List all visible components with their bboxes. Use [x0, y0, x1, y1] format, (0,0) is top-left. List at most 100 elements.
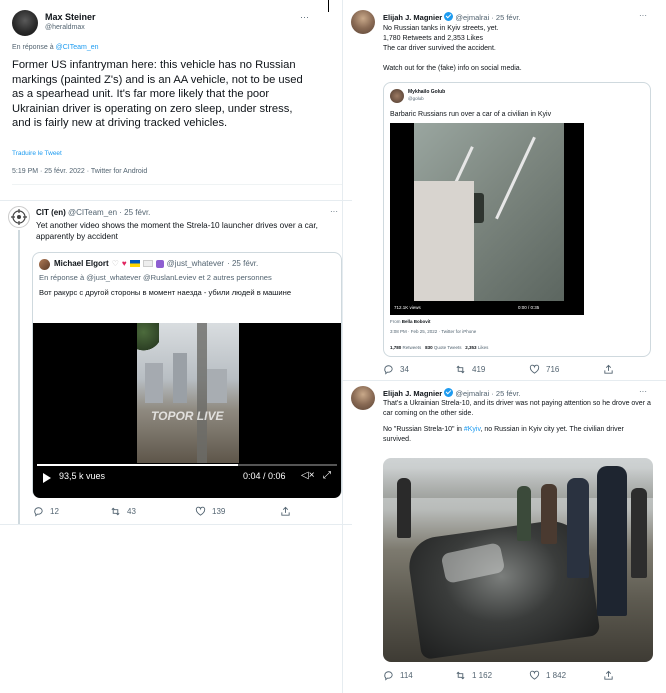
reply-button[interactable]: 114 — [383, 670, 413, 681]
more-options-icon[interactable]: ··· — [639, 387, 647, 396]
separator-tick — [328, 0, 329, 12]
mute-icon[interactable]: ◁× — [301, 470, 315, 481]
retweet-icon — [111, 507, 120, 516]
quoted-tweet[interactable]: Michael Elgort ♡ ♥ @just_whatever · 25 f… — [32, 252, 342, 498]
reply-icon — [34, 507, 43, 517]
divider — [343, 380, 666, 381]
author-handle[interactable]: @CITeam_en — [68, 208, 117, 217]
embed-stats: 1,780 Retweets 830 Quote Tweets 2,353 Li… — [390, 345, 488, 350]
tweet-text: Former US infantryman here: this vehicle… — [12, 59, 303, 130]
embed-retweets: 1,780 — [390, 345, 402, 350]
avatar[interactable] — [351, 10, 375, 34]
share-button[interactable] — [603, 364, 614, 375]
verified-badge-icon — [444, 388, 454, 397]
cit-logo-icon — [11, 209, 27, 225]
like-count: 139 — [212, 507, 226, 516]
like-button[interactable]: 139 — [195, 506, 225, 517]
author-name[interactable]: Elijah J. Magnier — [383, 389, 442, 398]
purple-square-icon — [155, 259, 164, 268]
avatar[interactable] — [351, 386, 375, 410]
retweet-count: 43 — [127, 507, 136, 516]
person-silhouette — [631, 488, 647, 578]
share-button[interactable] — [603, 670, 614, 681]
more-options-icon[interactable]: ··· — [639, 11, 647, 20]
fullscreen-icon[interactable]: ⤢ — [323, 470, 331, 481]
embedded-tweet-image[interactable]: Mykhailo Golub @golub Barbaric Russians … — [383, 82, 651, 357]
tweet-text: That's a Ukrainian Strela-10, and its dr… — [383, 399, 653, 445]
tweet-line: That's a Ukrainian Strela-10, and its dr… — [383, 400, 651, 417]
embed-retweets-label: Retweets — [402, 345, 422, 350]
reply-icon — [384, 671, 393, 681]
retweet-button[interactable]: 1 162 — [455, 670, 492, 681]
author-handle[interactable]: @ejmalrai — [455, 13, 489, 22]
heart-icon — [529, 364, 540, 374]
video-frame — [414, 123, 564, 301]
quote-header: Michael Elgort ♡ ♥ @just_whatever · 25 f… — [54, 259, 258, 268]
embed-video: 712.1K views 0:00 / 0:35 — [390, 123, 584, 315]
watermark: TOPOR LIVE — [151, 409, 224, 423]
embed-quotes: 830 — [425, 345, 433, 350]
tweet-date: · 25 févr. — [227, 259, 259, 268]
video-time: 0:00 / 0:35 — [518, 305, 540, 310]
person-silhouette — [567, 478, 589, 578]
tweet-date[interactable]: · 25 févr. — [491, 389, 520, 398]
video-progress-track[interactable] — [37, 464, 337, 466]
reply-to-handle[interactable]: @CITeam_en — [56, 44, 99, 51]
tweet-date[interactable]: · 25 févr. — [119, 208, 150, 217]
author-name[interactable]: CIT (en) — [36, 208, 66, 217]
window-pillar — [197, 323, 207, 463]
right-panel: Elijah J. Magnier @ejmalrai · 25 févr. ·… — [342, 0, 666, 693]
reply-icon — [384, 365, 393, 375]
from-label: From — [390, 319, 401, 324]
reply-to-line: En réponse à @just_whatever @RuslanLevie… — [39, 273, 272, 282]
retweet-button[interactable]: 419 — [455, 364, 485, 375]
video-frame: TOPOR LIVE — [137, 323, 239, 463]
avatar[interactable] — [8, 206, 30, 228]
share-button[interactable] — [280, 506, 291, 517]
tweet-photo[interactable] — [383, 458, 653, 662]
avatar — [39, 259, 50, 270]
video-player[interactable]: TOPOR LIVE 93,5 k vues 0:04 / 0:06 ◁× ⤢ — [33, 323, 341, 498]
quote-text: Вот ракурс с другой стороны в момент нае… — [39, 288, 292, 297]
more-options-icon[interactable]: ··· — [300, 12, 309, 22]
person-silhouette — [517, 486, 531, 541]
divider — [0, 200, 352, 201]
tweet-header: CIT (en) @CITeam_en · 25 févr. — [36, 208, 150, 217]
reply-count: 114 — [400, 671, 413, 680]
reply-button[interactable]: 12 — [33, 506, 59, 517]
from-name: Bella Bobovit — [401, 319, 431, 324]
author-handle[interactable]: @heraldmax — [45, 24, 85, 31]
tweet-text: No Russian tanks in Kyiv streets, yet. 1… — [383, 24, 653, 74]
translate-tweet-link[interactable]: Traduire le Tweet — [12, 150, 62, 157]
reply-to-line: En réponse à @CITeam_en — [12, 44, 99, 51]
embed-meta: 3:08 PM · Feb 25, 2022 · Twitter for iPh… — [390, 329, 477, 334]
like-count: 716 — [546, 365, 560, 374]
heart-icon — [529, 670, 540, 680]
person-silhouette — [541, 484, 557, 544]
more-options-icon[interactable]: ··· — [330, 207, 338, 216]
embed-text: Barbaric Russians run over a car of a ci… — [390, 111, 552, 118]
tweet-date[interactable]: · 25 févr. — [491, 13, 520, 22]
share-icon — [604, 364, 613, 374]
tweet-text: Yet another video shows the moment the S… — [36, 221, 318, 241]
retweet-icon — [456, 365, 465, 374]
retweet-button[interactable]: 43 — [110, 506, 136, 517]
tweet-line: No Russian tanks in Kyiv streets, yet. — [383, 25, 499, 32]
like-button[interactable]: 1 842 — [529, 670, 566, 681]
video-time: 0:04 / 0:06 — [243, 471, 286, 481]
reply-button[interactable]: 34 — [383, 364, 409, 375]
hashtag-link[interactable]: #Kyiv — [464, 426, 481, 433]
avatar[interactable] — [12, 10, 38, 36]
author-name[interactable]: Elijah J. Magnier — [383, 13, 442, 22]
author-handle[interactable]: @ejmalrai — [455, 389, 489, 398]
like-button[interactable]: 716 — [529, 364, 559, 375]
building-silhouette — [207, 369, 227, 403]
road-line — [495, 136, 536, 220]
tweet-line-2: No "Russian Strela-10" in #Kyiv, no Russ… — [383, 425, 653, 445]
reply-to-prefix: En réponse à — [12, 44, 54, 51]
play-icon[interactable] — [43, 473, 51, 483]
video-views: 712.1K views — [394, 305, 421, 310]
author-name[interactable]: Max Steiner — [45, 12, 96, 22]
person-silhouette — [597, 466, 627, 616]
person-silhouette — [397, 478, 411, 538]
